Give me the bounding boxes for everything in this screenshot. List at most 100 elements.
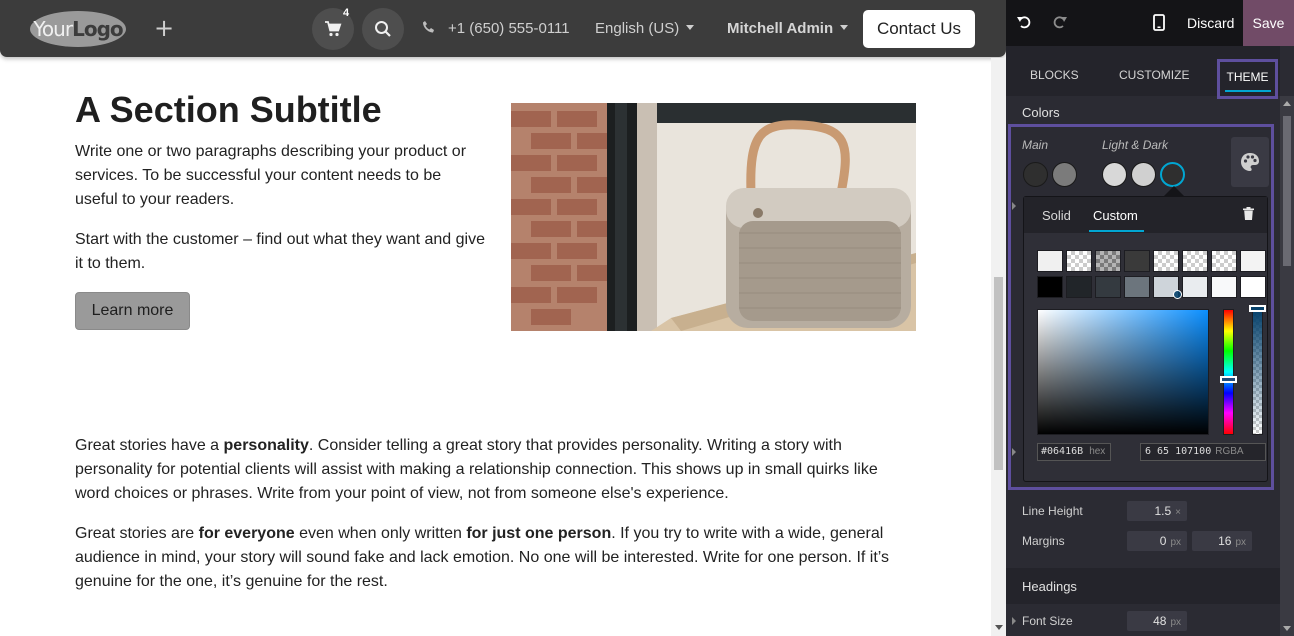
collapse-arrow-icon[interactable] [1012,202,1016,210]
redo-icon[interactable] [1052,14,1068,30]
panel-scrollbar[interactable] [1280,96,1294,636]
colors-section-title: Colors [1022,105,1060,120]
hue-slider[interactable] [1223,309,1234,435]
saturation-value-cursor[interactable] [1173,290,1182,299]
rgba-value: 6 65 107100 [1145,446,1212,457]
speaker-photo-illustration [511,103,916,331]
collapse-arrow-icon[interactable] [1012,448,1016,456]
px-unit: px [1170,617,1181,628]
active-tab-underline [1225,90,1271,92]
saturation-value-area[interactable] [1037,309,1209,435]
trash-icon[interactable] [1243,207,1254,220]
undo-icon[interactable] [1016,14,1032,30]
search-icon [375,21,391,37]
main-color-swatch-1[interactable] [1023,162,1048,187]
tab-custom-label: Custom [1093,208,1138,223]
scroll-up-arrow-icon[interactable] [1283,101,1291,106]
preset-color-chip[interactable] [1182,250,1208,272]
preset-color-chip[interactable] [1240,276,1266,298]
tab-blocks[interactable]: BLOCKS [1030,68,1079,82]
contact-us-button[interactable]: Contact Us [863,10,975,48]
logo[interactable]: YourLogo [30,11,126,47]
margin-bottom-input[interactable]: 16 px [1192,531,1252,551]
preset-color-chip[interactable] [1211,250,1237,272]
intro-paragraph[interactable]: Write one or two paragraphs describing y… [75,140,485,212]
line-height-label: Line Height [1022,504,1083,518]
preset-color-chip[interactable] [1124,250,1150,272]
preset-color-chip[interactable] [1037,250,1063,272]
logo-text: YourLogo [33,17,123,41]
preset-color-chip[interactable] [1037,276,1063,298]
opacity-slider-handle[interactable] [1249,305,1266,312]
tab-solid[interactable]: Solid [1042,208,1071,223]
scroll-down-arrow-icon[interactable] [1283,626,1291,631]
discard-button[interactable]: Discard [1187,15,1234,31]
preset-color-chip[interactable] [1124,276,1150,298]
preset-color-chip[interactable] [1095,250,1121,272]
margins-label: Margins [1022,534,1065,548]
preset-color-chip[interactable] [1066,276,1092,298]
navbar: YourLogo + 4 +1 (650) 555-0111 English (… [0,0,1006,57]
preset-color-chip[interactable] [1066,250,1092,272]
opacity-slider[interactable] [1252,309,1263,435]
site-scrollbar-thumb[interactable] [994,277,1003,470]
preset-color-chip[interactable] [1095,276,1121,298]
font-size-input[interactable]: 48 px [1127,611,1187,631]
user-menu[interactable]: Mitchell Admin [727,20,849,37]
light-dark-swatch-1[interactable] [1102,162,1127,187]
customer-paragraph[interactable]: Start with the customer – find out what … [75,228,485,276]
user-name: Mitchell Admin [727,20,834,37]
hex-unit: hex [1089,446,1106,457]
palette-button[interactable] [1231,137,1269,187]
headings-section-title: Headings [1022,579,1077,594]
line-height-unit: × [1175,507,1181,518]
preset-color-chip[interactable] [1153,250,1179,272]
p4-bold-everyone: for everyone [198,525,295,542]
px-unit: px [1170,537,1181,548]
light-dark-swatch-3[interactable] [1160,162,1185,187]
margin-1-value: 0 [1159,534,1167,548]
rgba-input[interactable]: 6 65 107100 RGBA [1140,443,1266,461]
personality-paragraph[interactable]: Great stories have a personality. Consid… [75,434,915,506]
tab-theme[interactable]: THEME [1217,59,1278,99]
margin-2-value: 16 [1218,534,1232,548]
website-preview: YourLogo + 4 +1 (650) 555-0111 English (… [0,0,1006,636]
preset-color-chip[interactable] [1211,276,1237,298]
language-selector[interactable]: English (US) [595,20,695,37]
product-speaker-image[interactable] [511,103,916,331]
rgba-unit: RGBA [1215,446,1244,457]
tab-customize[interactable]: CUSTOMIZE [1119,68,1189,82]
chevron-down-icon [840,25,849,30]
everyone-paragraph[interactable]: Great stories are for everyone even when… [75,522,915,594]
phone-number[interactable]: +1 (650) 555-0111 [448,20,570,37]
scroll-down-arrow-icon[interactable] [995,625,1003,630]
hex-value: #06416B [1041,446,1084,457]
font-size-label: Font Size [1022,614,1073,628]
line-height-input[interactable]: 1.5 × [1127,501,1187,521]
p4-text-a: Great stories are [75,525,199,542]
preset-color-chip[interactable] [1240,250,1266,272]
panel-scrollbar-thumb[interactable] [1283,116,1291,266]
language-label: English (US) [595,20,680,37]
hex-input[interactable]: #06416B hex [1037,443,1111,461]
learn-more-button[interactable]: Learn more [75,292,190,330]
chevron-down-icon [686,25,695,30]
search-button[interactable] [362,8,404,50]
font-size-value: 48 [1153,614,1167,628]
palette-icon [1241,153,1259,171]
main-color-swatch-2[interactable] [1052,162,1077,187]
tab-custom[interactable]: Custom [1089,208,1144,232]
light-dark-swatch-2[interactable] [1131,162,1156,187]
section-subtitle[interactable]: A Section Subtitle [75,89,382,131]
p4-text-c: even when only written [294,525,467,542]
margin-top-input[interactable]: 0 px [1127,531,1187,551]
add-menu-icon[interactable]: + [153,14,175,42]
site-scrollbar[interactable] [991,58,1006,636]
preset-color-chip[interactable] [1182,276,1208,298]
expand-arrow-icon[interactable] [1012,617,1016,625]
mobile-preview-icon[interactable] [1153,14,1165,31]
hue-slider-handle[interactable] [1220,376,1237,383]
save-button[interactable]: Save [1243,0,1294,46]
editor-topbar: Discard Save [1006,0,1294,46]
editor-tabs: BLOCKS CUSTOMIZE THEME [1006,46,1280,99]
